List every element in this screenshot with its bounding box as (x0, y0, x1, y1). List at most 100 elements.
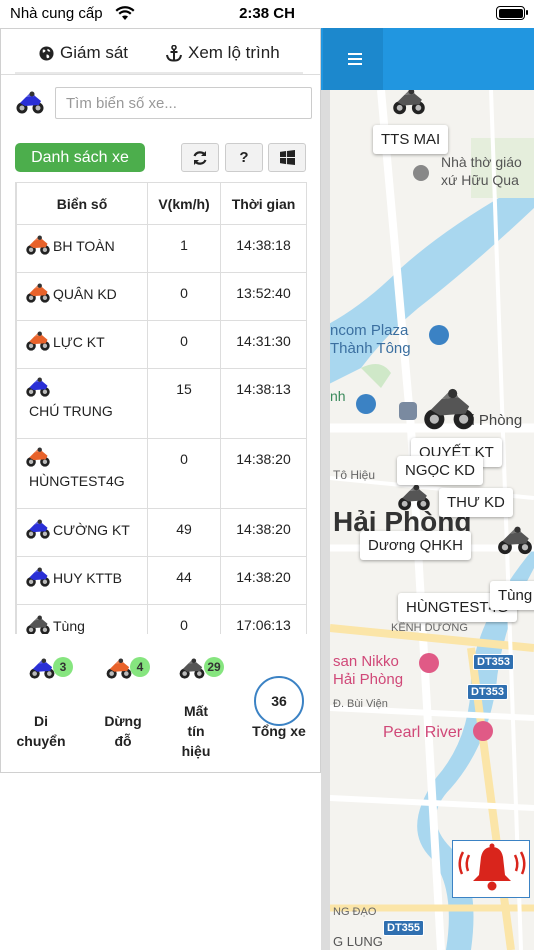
column-header-time[interactable]: Thời gian (220, 182, 306, 225)
moving-label-line1: Di (34, 713, 48, 729)
bell-icon (458, 843, 526, 891)
map-place: Thành Tông (330, 340, 411, 357)
road-shield: DT355 (383, 920, 425, 936)
motorbike-stopped-icon (25, 283, 51, 304)
time-cell: 17:06:13 (220, 604, 306, 634)
road-shield: DT353 (473, 654, 515, 670)
fleet-summary: 3 Di chuyển 4 Dừng đỗ 29 Mất tín hiệu 36 (1, 649, 320, 769)
vehicle-label[interactable]: Dương QHKH (360, 531, 471, 560)
table-row[interactable]: CƯỜNG KT 49 14:38:20 (16, 508, 306, 557)
vehicle-marker[interactable] (421, 388, 477, 432)
table-row[interactable]: CHÚ TRUNG 15 14:38:13 (16, 368, 306, 439)
table-row[interactable]: HUY KTTB 44 14:38:20 (16, 556, 306, 605)
time-cell: 14:31:30 (220, 320, 306, 369)
tab-route-label: Xem lộ trình (188, 43, 280, 62)
map-place: ncom Plaza (330, 322, 409, 339)
plate-cell: HUY KTTB (16, 556, 148, 605)
time-cell: 14:38:20 (220, 438, 306, 509)
speed-cell: 1 (147, 224, 221, 273)
vehicle-table: Biển số V(km/h) Thời gian BH TOÀN 1 14:3… (16, 182, 306, 634)
vehicle-marker[interactable] (496, 526, 534, 556)
motorbike-moving-icon (25, 567, 51, 588)
help-button[interactable]: ? (225, 143, 263, 172)
plate-text: Tùng (53, 617, 85, 634)
vehicle-marker[interactable] (391, 88, 427, 116)
vehicle-label[interactable]: THƯ KD (439, 488, 513, 517)
stopped-count-badge: 4 (130, 657, 150, 677)
globe-icon (39, 45, 54, 61)
vehicle-panel: Giám sát Xem lộ trình Danh sách xe ? (0, 28, 321, 773)
table-row[interactable]: LỰC KT 0 14:31:30 (16, 320, 306, 369)
tab-bar: Giám sát Xem lộ trình (1, 29, 320, 75)
total-count-circle: 36 (254, 676, 304, 726)
motorbike-icon (15, 91, 45, 115)
map-place: Đ. Bùi Viện (333, 698, 388, 710)
road-shield: DT353 (467, 684, 509, 700)
windows-button[interactable] (268, 143, 306, 172)
vehicle-table-container[interactable]: Biển số V(km/h) Thời gian BH TOÀN 1 14:3… (15, 182, 307, 634)
plate-text: HUY KTTB (53, 569, 122, 586)
plate-search-input[interactable] (55, 87, 312, 119)
vehicle-label[interactable]: Tùng (490, 581, 534, 610)
plate-cell: CƯỜNG KT (16, 508, 148, 557)
map-place: Pearl River (383, 724, 463, 741)
lost-label-line3: hiệu (181, 743, 211, 759)
vehicle-marker[interactable] (396, 484, 432, 512)
time-cell: 14:38:18 (220, 224, 306, 273)
map-place: NG ĐẠO (333, 906, 377, 918)
alarm-button[interactable] (452, 840, 530, 898)
vehicle-list-button[interactable]: Danh sách xe (15, 143, 145, 172)
plate-text: BH TOÀN (53, 237, 115, 254)
moving-count-badge: 3 (53, 657, 73, 677)
lost-label-line1: Mất (183, 703, 209, 719)
plate-cell: HÙNGTEST4G (16, 438, 148, 509)
lost-label-line2: tín (187, 723, 205, 739)
map-view[interactable]: Nhà thờ giáo xứ Hữu Qua ncom Plaza Thành… (321, 28, 534, 950)
map-place: xứ Hữu Qua (441, 172, 519, 188)
total-label: Tổng xe (252, 723, 306, 739)
tab-monitor-label: Giám sát (60, 43, 129, 62)
status-bar: Nhà cung cấp 2:38 CH (0, 0, 534, 28)
plate-cell: CHÚ TRUNG (16, 368, 148, 439)
column-header-speed[interactable]: V(km/h) (147, 182, 221, 225)
time-cell: 13:52:40 (220, 272, 306, 321)
column-header-plate[interactable]: Biển số (16, 182, 148, 225)
motorbike-moving-icon (25, 377, 51, 398)
map-place: Tô Hiệu (333, 468, 376, 482)
table-row[interactable]: Tùng 0 17:06:13 (16, 604, 306, 634)
map-place: G LUNG (333, 934, 383, 949)
plate-text: CƯỜNG KT (53, 521, 130, 538)
map-edge-shadow (321, 90, 330, 950)
search-row (15, 87, 313, 121)
map-place: Nhà thờ giáo (441, 154, 522, 170)
battery-icon (496, 6, 528, 20)
time-cell: 14:38:20 (220, 508, 306, 557)
plate-text: CHÚ TRUNG (29, 403, 113, 419)
tab-monitor[interactable]: Giám sát (39, 43, 128, 63)
tab-route[interactable]: Xem lộ trình (166, 43, 280, 63)
stopped-label-line2: đỗ (114, 733, 132, 749)
speed-cell: 49 (147, 508, 221, 557)
speed-cell: 15 (147, 368, 221, 439)
time-cell: 14:38:20 (220, 556, 306, 605)
map-place: KÊNH DƯƠNG (391, 622, 468, 634)
plate-cell: QUÂN KD (16, 272, 148, 321)
refresh-icon (193, 151, 207, 165)
motorbike-stopped-icon (105, 658, 133, 680)
map-place: nh (330, 388, 346, 404)
speed-cell: 0 (147, 604, 221, 634)
speed-cell: 0 (147, 320, 221, 369)
speed-cell: 44 (147, 556, 221, 605)
speed-cell: 0 (147, 272, 221, 321)
menu-button[interactable] (323, 28, 383, 90)
table-row[interactable]: QUÂN KD 0 13:52:40 (16, 272, 306, 321)
vehicle-label[interactable]: NGỌC KD (397, 456, 484, 485)
plate-cell: BH TOÀN (16, 224, 148, 273)
table-row[interactable]: BH TOÀN 1 14:38:18 (16, 224, 306, 273)
motorbike-moving-icon (28, 658, 56, 680)
table-row[interactable]: HÙNGTEST4G 0 14:38:20 (16, 438, 306, 509)
plate-text: HÙNGTEST4G (29, 473, 125, 489)
vehicle-label[interactable]: TTS MAI (373, 125, 449, 154)
refresh-button[interactable] (181, 143, 219, 172)
plate-cell: Tùng (16, 604, 148, 634)
